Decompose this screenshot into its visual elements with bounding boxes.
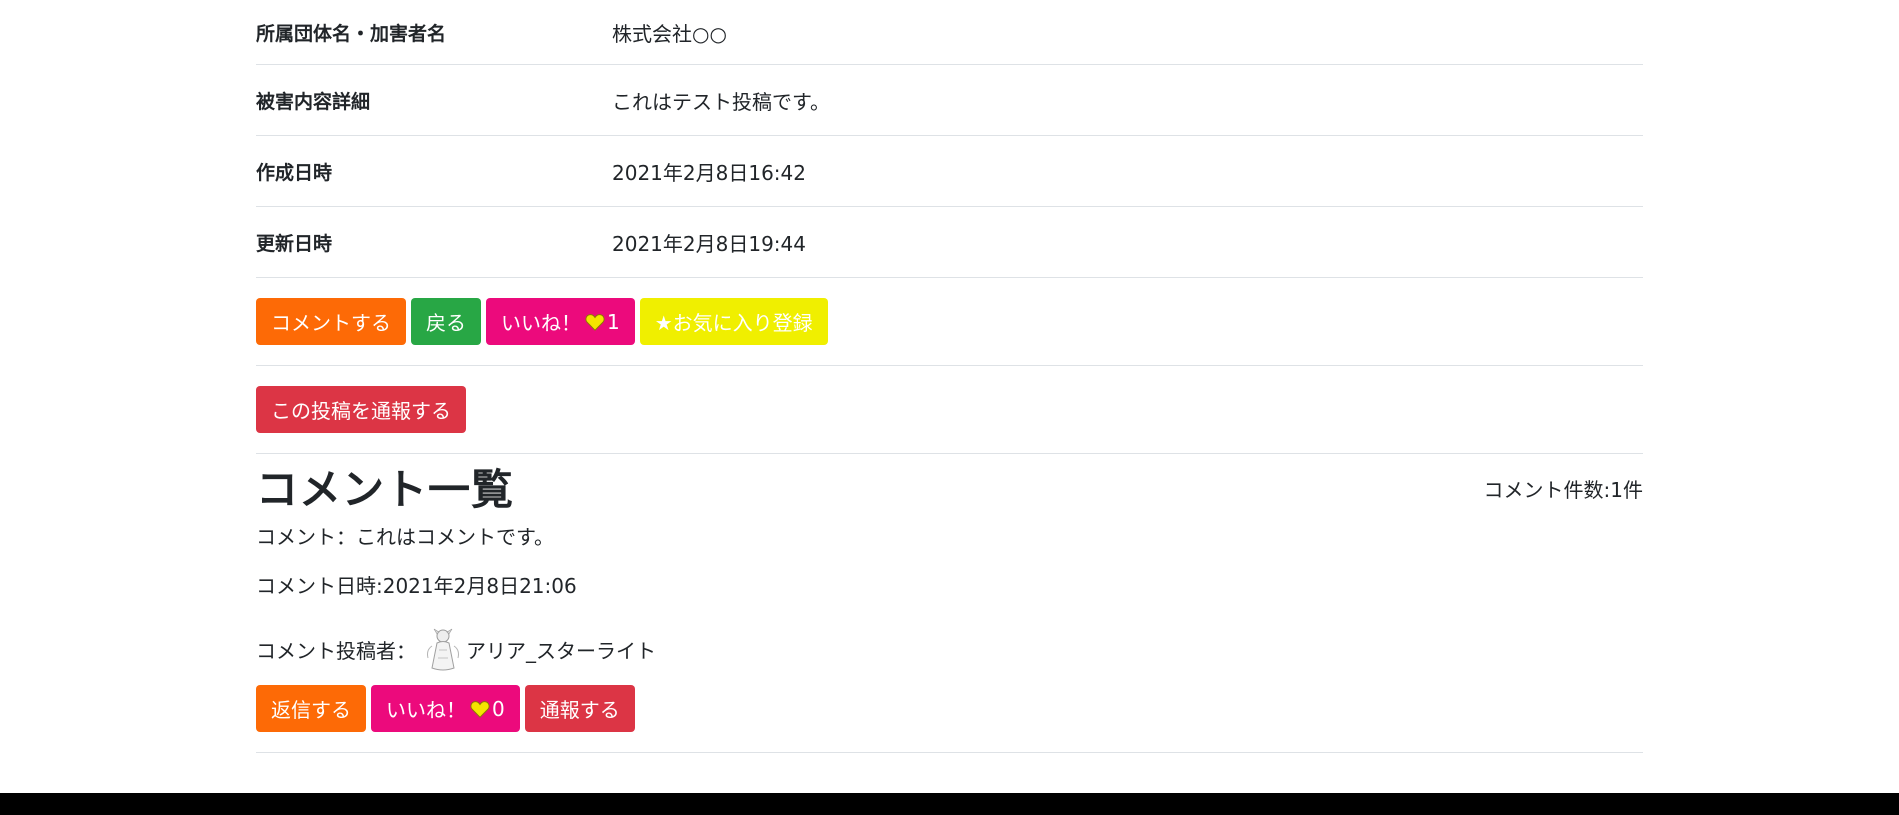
comments-count: コメント件数:1件 — [1483, 478, 1643, 502]
detail-value: これはテスト投稿です。 — [612, 89, 830, 114]
comment-like-button[interactable]: いいね！ 0 — [371, 685, 520, 732]
detail-label: 所属団体名・加害者名 — [256, 22, 447, 45]
detail-value: 2021年2月8日19:44 — [612, 231, 806, 256]
comment-text: コメント：これはコメントです。 — [256, 525, 554, 549]
report-post-row: この投稿を通報する — [256, 366, 1643, 454]
comments-header: コメント一覧 コメント件数:1件 — [256, 454, 1643, 520]
comment-poster-label: コメント投稿者： — [256, 638, 416, 663]
comment-poster-name[interactable]: アリア_スターライト — [466, 635, 656, 664]
page: 所属団体名・加害者名 株式会社○○ 被害内容詳細 これはテスト投稿です。 作成日… — [0, 0, 1899, 815]
post-action-bar: コメントする 戻る いいね！ 1 ★お気に入り登録 — [256, 278, 1643, 366]
report-comment-button[interactable]: 通報する — [524, 685, 635, 732]
like-label: いいね！ — [386, 698, 466, 722]
comment-action-bar: 返信する いいね！ 0 通報する — [256, 678, 1643, 753]
heart-icon — [470, 700, 490, 718]
comment-date: コメント日時:2021年2月8日21:06 — [256, 574, 577, 598]
like-count: 0 — [492, 696, 505, 721]
detail-row-created: 作成日時 2021年2月8日16:42 — [256, 136, 1643, 207]
detail-label: 作成日時 — [256, 161, 333, 184]
post-detail: 所属団体名・加害者名 株式会社○○ 被害内容詳細 これはテスト投稿です。 作成日… — [256, 0, 1643, 753]
detail-row-organization: 所属団体名・加害者名 株式会社○○ — [256, 0, 1643, 65]
comment-poster: コメント投稿者： アリア_スターライト — [256, 620, 1643, 678]
like-label: いいね！ — [501, 311, 581, 335]
comment-button[interactable]: コメントする — [256, 298, 406, 345]
like-button[interactable]: いいね！ 1 — [486, 298, 635, 345]
detail-label: 更新日時 — [256, 232, 333, 255]
detail-row-damage: 被害内容詳細 これはテスト投稿です。 — [256, 65, 1643, 136]
detail-value: 株式会社○○ — [612, 21, 727, 46]
footer-bar — [0, 793, 1899, 815]
reply-button[interactable]: 返信する — [256, 685, 366, 732]
detail-row-updated: 更新日時 2021年2月8日19:44 — [256, 207, 1643, 278]
avatar — [424, 626, 462, 672]
like-count: 1 — [607, 309, 620, 334]
detail-label: 被害内容詳細 — [256, 90, 371, 113]
favorite-button[interactable]: ★お気に入り登録 — [639, 298, 828, 345]
detail-value: 2021年2月8日16:42 — [612, 160, 806, 185]
report-post-button[interactable]: この投稿を通報する — [256, 386, 466, 433]
comment-item: コメント：これはコメントです。 コメント日時:2021年2月8日21:06 コメ… — [256, 520, 1643, 753]
heart-icon — [585, 313, 605, 331]
back-button[interactable]: 戻る — [411, 298, 481, 345]
comments-title: コメント一覧 — [256, 465, 515, 514]
